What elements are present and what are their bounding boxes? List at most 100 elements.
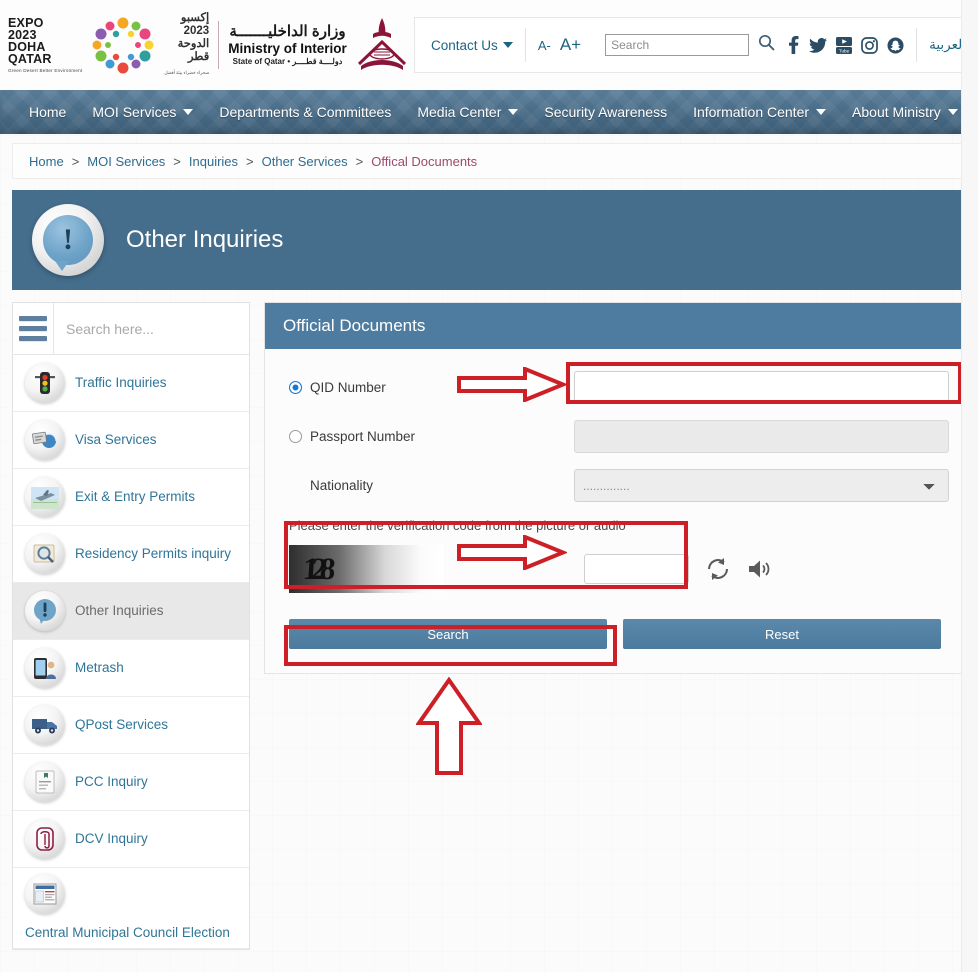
ministry-name-arabic: وزارة الداخليـــــــة [229,22,346,40]
nav-item-moi-services[interactable]: MOI Services [79,104,206,120]
exclamation-bubble-icon: ! [32,204,104,276]
sidebar-search-row [13,303,249,355]
chevron-down-icon [502,42,513,48]
contact-us-link[interactable]: Contact Us [431,38,498,53]
globe-visa-icon [25,420,65,460]
twitter-icon[interactable] [809,37,828,53]
nav-item-media-center[interactable]: Media Center [404,104,531,120]
sidebar-item-exit-entry-permits[interactable]: Exit & Entry Permits [13,469,249,526]
sidebar-item-label: Metrash [75,659,124,675]
sidebar-item-pcc-inquiry[interactable]: PCC Inquiry [13,754,249,811]
qatar-emblem-icon [357,18,406,70]
qid-label-group[interactable]: QID Number [289,380,574,395]
reset-button[interactable]: Reset [623,619,941,649]
snapchat-icon[interactable] [887,37,904,54]
nav-label: Home [29,104,67,120]
sidebar-item-label: QPost Services [75,716,169,732]
font-decrease-button[interactable]: A- [538,38,551,53]
sidebar-search-input[interactable] [54,303,249,354]
search-button-arrow [416,677,482,777]
expo-line-3: DOHA [8,39,46,54]
qid-radio[interactable] [289,381,302,394]
passport-row: Passport Number [289,420,949,453]
nav-item-information-center[interactable]: Information Center [680,104,839,120]
chevron-down-icon [947,109,958,115]
breadcrumb-separator: > [246,153,254,169]
search-button[interactable]: Search [289,619,607,649]
nav-item-departments-committees[interactable]: Departments & Committees [206,104,404,120]
sidebar-item-traffic-inquiries[interactable]: Traffic Inquiries [13,355,249,412]
header-utility-bar: Contact Us A- A+ Search Tube العربية [414,17,978,73]
captcha-input[interactable] [584,554,689,584]
sidebar-item-label: Residency Permits inquiry [75,545,232,561]
speaker-icon[interactable] [747,557,773,581]
passport-label-group[interactable]: Passport Number [289,429,574,444]
nav-label: Information Center [693,104,810,120]
qid-input[interactable] [574,371,949,404]
sidebar-item-residency-permits-inquiry[interactable]: Residency Permits inquiry [13,526,249,583]
exclamation-glyph: ! [63,223,73,256]
sidebar-item-visa-services[interactable]: Visa Services [13,412,249,469]
breadcrumb-item-other-services[interactable]: Other Services [262,154,348,169]
logo-zone: EXPO 2023 DOHA QATAR Green Desert Better… [0,12,413,79]
font-increase-button[interactable]: A+ [560,35,581,55]
svg-text:Tube: Tube [839,48,850,53]
nav-label: Departments & Committees [219,104,392,120]
sidebar-item-label: Visa Services [75,431,157,447]
chevron-down-icon [183,109,194,115]
certificate-icon [25,762,65,802]
expo-2023-logo[interactable]: EXPO 2023 DOHA QATAR Green Desert Better… [8,12,209,79]
exclamation-bubble-icon [25,591,65,631]
panel-body: QID Number Passport Number Nationality .… [265,349,973,673]
hamburger-icon[interactable] [13,316,53,341]
passport-input[interactable] [574,420,949,453]
airplane-icon [25,477,65,517]
sidebar-item-central-municipal-council-election[interactable]: Central Municipal Council Election [13,868,249,950]
breadcrumb-item-moi-services[interactable]: MOI Services [87,154,165,169]
nav-label: Security Awareness [544,104,668,120]
nationality-select[interactable]: .............. [574,469,949,502]
qid-row: QID Number [289,371,949,404]
youtube-icon[interactable]: Tube [836,36,853,54]
refresh-icon[interactable] [705,556,731,582]
instagram-icon[interactable] [861,36,878,54]
facebook-icon[interactable] [787,36,800,54]
search-input[interactable] [605,34,750,56]
expo-line-2: 2023 [8,27,37,42]
site-header: EXPO 2023 DOHA QATAR Green Desert Better… [0,0,978,90]
nav-label: Media Center [417,104,502,120]
breadcrumb-item-home[interactable]: Home [29,154,64,169]
expo-ar-line-3: الدوحة [177,37,210,50]
page-scrollbar[interactable] [961,0,978,972]
social-links: Tube [787,36,904,54]
qid-label: QID Number [310,380,386,395]
main-navigation: Home MOI Services Departments & Committe… [0,90,978,134]
search-icon[interactable] [758,34,775,56]
nationality-label: Nationality [310,478,374,493]
breadcrumb-item-inquiries[interactable]: Inquiries [189,154,238,169]
fingerprint-icon [25,819,65,859]
sidebar-item-metrash[interactable]: Metrash [13,640,249,697]
sidebar-item-other-inquiries[interactable]: Other Inquiries [13,583,249,640]
nav-item-security-awareness[interactable]: Security Awareness [531,104,680,120]
nav-item-home[interactable]: Home [16,104,79,120]
services-sidebar: Traffic Inquiries Visa Services [12,302,250,951]
passport-radio[interactable] [289,430,302,443]
expo-ar-line-2: 2023 [183,24,210,37]
sidebar-item-label: Exit & Entry Permits [75,488,196,504]
nav-item-about-ministry[interactable]: About Ministry [839,104,971,120]
expo-logo-text-ar: إكسبو 2023 الدوحة قطر صحراء خضراء بيئة أ… [164,12,209,79]
mobile-phone-icon [25,648,65,688]
panel-title: Official Documents [265,303,973,349]
traffic-light-icon [25,363,65,403]
nationality-row: Nationality .............. [289,469,949,502]
ministry-logo[interactable]: وزارة الداخليـــــــة Ministry of Interi… [228,24,347,66]
page-banner: ! Other Inquiries [12,190,966,290]
chevron-down-icon [508,109,519,115]
contact-us-cell[interactable]: Contact Us [419,18,525,72]
ministry-state-label: State of Qatar • دولــــة قطــــر [232,56,343,66]
expo-ar-line-4: قطر [187,50,210,63]
sidebar-item-dcv-inquiry[interactable]: DCV Inquiry [13,811,249,868]
expo-ar-line-1: إكسبو [180,11,210,24]
sidebar-item-qpost-services[interactable]: QPost Services [13,697,249,754]
